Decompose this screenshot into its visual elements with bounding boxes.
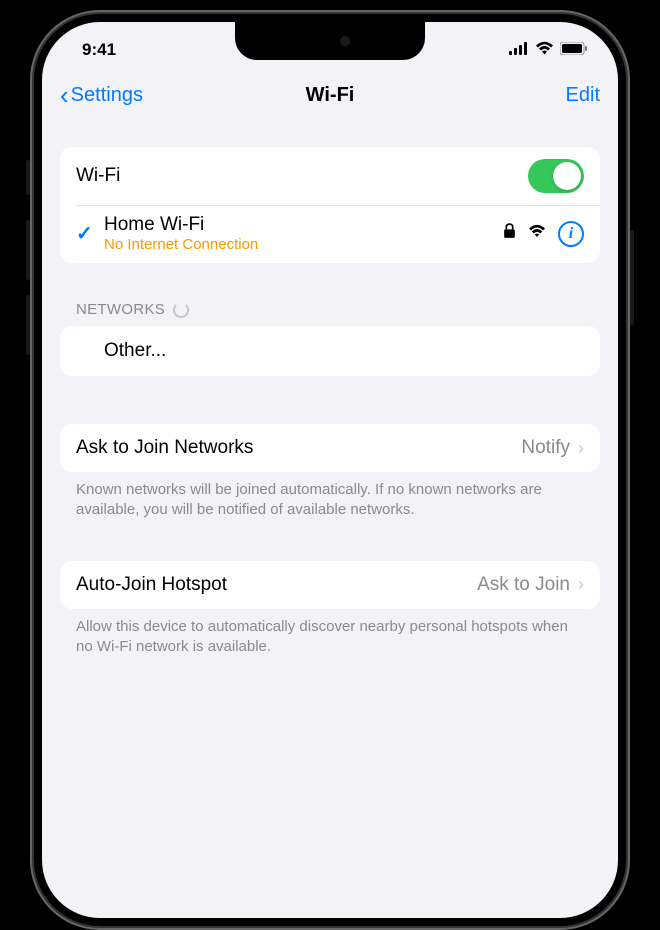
page-title: Wi-Fi bbox=[306, 84, 355, 107]
side-button bbox=[630, 230, 634, 325]
wifi-toggle-label: Wi-Fi bbox=[76, 165, 528, 187]
ask-to-join-label: Ask to Join Networks bbox=[76, 437, 521, 459]
wifi-toggle-switch[interactable] bbox=[528, 159, 584, 193]
back-button[interactable]: ‹ Settings bbox=[60, 80, 143, 111]
cellular-signal-icon bbox=[509, 40, 529, 60]
wifi-icon bbox=[535, 40, 554, 60]
auto-join-hotspot-label: Auto-Join Hotspot bbox=[76, 574, 477, 596]
wifi-toggle-row: Wi-Fi bbox=[60, 147, 600, 205]
ask-to-join-footer: Known networks will be joined automatica… bbox=[60, 472, 600, 521]
connected-network-row[interactable]: ✓ Home Wi-Fi No Internet Connection bbox=[76, 205, 600, 263]
other-network-label: Other... bbox=[104, 340, 166, 361]
chevron-left-icon: ‹ bbox=[60, 80, 69, 111]
side-button bbox=[26, 220, 30, 280]
ask-to-join-value: Notify bbox=[521, 437, 570, 459]
back-label: Settings bbox=[71, 84, 143, 107]
loading-spinner-icon bbox=[173, 302, 189, 318]
checkmark-icon: ✓ bbox=[76, 221, 104, 246]
status-time: 9:41 bbox=[72, 40, 116, 60]
battery-icon bbox=[560, 40, 588, 60]
connected-network-status: No Internet Connection bbox=[104, 236, 503, 253]
phone-frame: 9:41 ‹ Settings Wi-Fi Edit bbox=[30, 10, 630, 930]
other-network-button[interactable]: Other... bbox=[60, 326, 600, 376]
auto-join-hotspot-value: Ask to Join bbox=[477, 574, 570, 596]
auto-join-hotspot-footer: Allow this device to automatically disco… bbox=[60, 609, 600, 658]
chevron-right-icon: › bbox=[578, 574, 584, 595]
connected-network-name: Home Wi-Fi bbox=[104, 214, 503, 236]
networks-header: NETWORKS bbox=[76, 301, 165, 318]
chevron-right-icon: › bbox=[578, 438, 584, 459]
auto-join-hotspot-row[interactable]: Auto-Join Hotspot Ask to Join › bbox=[60, 561, 600, 609]
lock-icon bbox=[503, 223, 516, 244]
edit-button[interactable]: Edit bbox=[566, 84, 600, 107]
notch bbox=[235, 22, 425, 60]
info-button[interactable]: i bbox=[558, 221, 584, 247]
ask-to-join-row[interactable]: Ask to Join Networks Notify › bbox=[60, 424, 600, 472]
side-button bbox=[26, 160, 30, 195]
navigation-bar: ‹ Settings Wi-Fi Edit bbox=[42, 70, 618, 119]
side-button bbox=[26, 295, 30, 355]
wifi-signal-icon bbox=[528, 224, 546, 243]
